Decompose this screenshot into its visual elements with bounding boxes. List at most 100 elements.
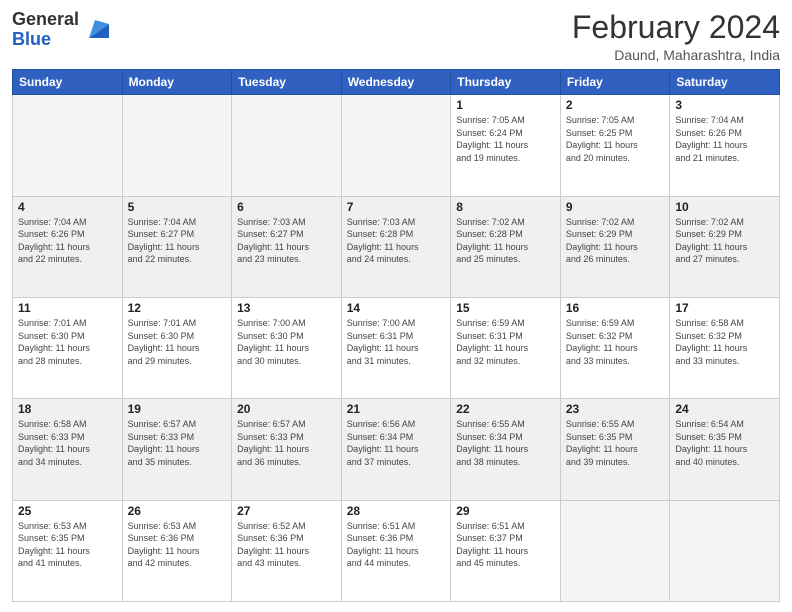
day-number: 1: [456, 98, 555, 112]
day-number: 19: [128, 402, 227, 416]
day-info: Sunrise: 6:53 AM Sunset: 6:36 PM Dayligh…: [128, 520, 227, 570]
logo-text: General Blue: [12, 10, 79, 50]
day-info: Sunrise: 7:05 AM Sunset: 6:24 PM Dayligh…: [456, 114, 555, 164]
col-header-thursday: Thursday: [451, 70, 561, 95]
col-header-sunday: Sunday: [13, 70, 123, 95]
week-row-1: 1 Sunrise: 7:05 AM Sunset: 6:24 PM Daylig…: [13, 95, 780, 196]
calendar-cell: 24Sunrise: 6:54 AM Sunset: 6:35 PM Dayli…: [670, 399, 780, 500]
day-info: Sunrise: 6:55 AM Sunset: 6:35 PM Dayligh…: [566, 418, 665, 468]
day-number: 24: [675, 402, 774, 416]
calendar-cell: 20 Sunrise: 6:57 AM Sunset: 6:33 PM Dayli…: [232, 399, 342, 500]
calendar-cell: 18 Sunrise: 6:58 AM Sunset: 6:33 PM Dayli…: [13, 399, 123, 500]
col-header-tuesday: Tuesday: [232, 70, 342, 95]
calendar-cell: 4 Sunrise: 7:04 AM Sunset: 6:26 PM Daylig…: [13, 196, 123, 297]
calendar-cell: [13, 95, 123, 196]
day-info: Sunrise: 6:56 AM Sunset: 6:34 PM Dayligh…: [347, 418, 446, 468]
calendar-cell: 21 Sunrise: 6:56 AM Sunset: 6:34 PM Dayli…: [341, 399, 451, 500]
calendar-cell: 17 Sunrise: 6:58 AM Sunset: 6:32 PM Dayli…: [670, 297, 780, 398]
day-info: Sunrise: 7:00 AM Sunset: 6:30 PM Dayligh…: [237, 317, 336, 367]
day-info: Sunrise: 6:51 AM Sunset: 6:37 PM Dayligh…: [456, 520, 555, 570]
logo-general: General: [12, 9, 79, 29]
main-title: February 2024: [572, 10, 780, 45]
calendar-cell: [232, 95, 342, 196]
day-info: Sunrise: 6:57 AM Sunset: 6:33 PM Dayligh…: [237, 418, 336, 468]
day-number: 9: [566, 200, 665, 214]
calendar-cell: 25 Sunrise: 6:53 AM Sunset: 6:35 PM Dayli…: [13, 500, 123, 601]
calendar-cell: 29 Sunrise: 6:51 AM Sunset: 6:37 PM Dayli…: [451, 500, 561, 601]
calendar-cell: 12Sunrise: 7:01 AM Sunset: 6:30 PM Dayli…: [122, 297, 232, 398]
week-row-2: 4 Sunrise: 7:04 AM Sunset: 6:26 PM Daylig…: [13, 196, 780, 297]
week-row-5: 25 Sunrise: 6:53 AM Sunset: 6:35 PM Dayli…: [13, 500, 780, 601]
day-info: Sunrise: 7:01 AM Sunset: 6:30 PM Dayligh…: [128, 317, 227, 367]
day-info: Sunrise: 6:51 AM Sunset: 6:36 PM Dayligh…: [347, 520, 446, 570]
calendar-cell: 22Sunrise: 6:55 AM Sunset: 6:34 PM Dayli…: [451, 399, 561, 500]
day-info: Sunrise: 6:58 AM Sunset: 6:33 PM Dayligh…: [18, 418, 117, 468]
day-number: 17: [675, 301, 774, 315]
day-number: 7: [347, 200, 446, 214]
day-number: 26: [128, 504, 227, 518]
logo-blue: Blue: [12, 29, 51, 49]
calendar-cell: [670, 500, 780, 601]
day-number: 27: [237, 504, 336, 518]
day-info: Sunrise: 7:02 AM Sunset: 6:29 PM Dayligh…: [675, 216, 774, 266]
calendar-cell: 3 Sunrise: 7:04 AM Sunset: 6:26 PM Daylig…: [670, 95, 780, 196]
calendar: SundayMondayTuesdayWednesdayThursdayFrid…: [12, 69, 780, 602]
calendar-cell: 5Sunrise: 7:04 AM Sunset: 6:27 PM Daylig…: [122, 196, 232, 297]
calendar-cell: 11Sunrise: 7:01 AM Sunset: 6:30 PM Dayli…: [13, 297, 123, 398]
day-number: 21: [347, 402, 446, 416]
calendar-cell: 15 Sunrise: 6:59 AM Sunset: 6:31 PM Dayli…: [451, 297, 561, 398]
calendar-cell: 6 Sunrise: 7:03 AM Sunset: 6:27 PM Daylig…: [232, 196, 342, 297]
day-info: Sunrise: 6:59 AM Sunset: 6:32 PM Dayligh…: [566, 317, 665, 367]
day-info: Sunrise: 7:04 AM Sunset: 6:26 PM Dayligh…: [675, 114, 774, 164]
day-info: Sunrise: 7:02 AM Sunset: 6:28 PM Dayligh…: [456, 216, 555, 266]
header: General Blue February 2024 Daund, Mahara…: [12, 10, 780, 63]
calendar-cell: 8 Sunrise: 7:02 AM Sunset: 6:28 PM Daylig…: [451, 196, 561, 297]
day-number: 13: [237, 301, 336, 315]
day-number: 10: [675, 200, 774, 214]
calendar-cell: 10 Sunrise: 7:02 AM Sunset: 6:29 PM Dayli…: [670, 196, 780, 297]
day-number: 28: [347, 504, 446, 518]
calendar-cell: 13 Sunrise: 7:00 AM Sunset: 6:30 PM Dayli…: [232, 297, 342, 398]
col-header-monday: Monday: [122, 70, 232, 95]
day-info: Sunrise: 6:57 AM Sunset: 6:33 PM Dayligh…: [128, 418, 227, 468]
day-number: 8: [456, 200, 555, 214]
day-number: 2: [566, 98, 665, 112]
logo: General Blue: [12, 10, 109, 50]
day-info: Sunrise: 7:03 AM Sunset: 6:28 PM Dayligh…: [347, 216, 446, 266]
day-info: Sunrise: 6:58 AM Sunset: 6:32 PM Dayligh…: [675, 317, 774, 367]
week-row-3: 11Sunrise: 7:01 AM Sunset: 6:30 PM Dayli…: [13, 297, 780, 398]
day-info: Sunrise: 7:00 AM Sunset: 6:31 PM Dayligh…: [347, 317, 446, 367]
day-info: Sunrise: 7:02 AM Sunset: 6:29 PM Dayligh…: [566, 216, 665, 266]
calendar-cell: [560, 500, 670, 601]
day-number: 29: [456, 504, 555, 518]
calendar-cell: 9 Sunrise: 7:02 AM Sunset: 6:29 PM Daylig…: [560, 196, 670, 297]
calendar-cell: 19 Sunrise: 6:57 AM Sunset: 6:33 PM Dayli…: [122, 399, 232, 500]
day-number: 4: [18, 200, 117, 214]
calendar-cell: [341, 95, 451, 196]
calendar-cell: 26 Sunrise: 6:53 AM Sunset: 6:36 PM Dayli…: [122, 500, 232, 601]
calendar-cell: 14Sunrise: 7:00 AM Sunset: 6:31 PM Dayli…: [341, 297, 451, 398]
day-number: 5: [128, 200, 227, 214]
day-info: Sunrise: 7:04 AM Sunset: 6:26 PM Dayligh…: [18, 216, 117, 266]
day-info: Sunrise: 6:55 AM Sunset: 6:34 PM Dayligh…: [456, 418, 555, 468]
day-info: Sunrise: 6:59 AM Sunset: 6:31 PM Dayligh…: [456, 317, 555, 367]
day-number: 18: [18, 402, 117, 416]
calendar-cell: 16Sunrise: 6:59 AM Sunset: 6:32 PM Dayli…: [560, 297, 670, 398]
day-info: Sunrise: 7:03 AM Sunset: 6:27 PM Dayligh…: [237, 216, 336, 266]
day-info: Sunrise: 6:53 AM Sunset: 6:35 PM Dayligh…: [18, 520, 117, 570]
calendar-cell: [122, 95, 232, 196]
calendar-cell: 28 Sunrise: 6:51 AM Sunset: 6:36 PM Dayli…: [341, 500, 451, 601]
logo-icon: [81, 16, 109, 44]
calendar-cell: 2Sunrise: 7:05 AM Sunset: 6:25 PM Daylig…: [560, 95, 670, 196]
day-number: 25: [18, 504, 117, 518]
calendar-cell: 7 Sunrise: 7:03 AM Sunset: 6:28 PM Daylig…: [341, 196, 451, 297]
title-block: February 2024 Daund, Maharashtra, India: [572, 10, 780, 63]
day-number: 6: [237, 200, 336, 214]
calendar-cell: 23Sunrise: 6:55 AM Sunset: 6:35 PM Dayli…: [560, 399, 670, 500]
day-number: 15: [456, 301, 555, 315]
day-number: 20: [237, 402, 336, 416]
day-info: Sunrise: 6:52 AM Sunset: 6:36 PM Dayligh…: [237, 520, 336, 570]
col-header-friday: Friday: [560, 70, 670, 95]
week-row-4: 18 Sunrise: 6:58 AM Sunset: 6:33 PM Dayli…: [13, 399, 780, 500]
day-number: 3: [675, 98, 774, 112]
